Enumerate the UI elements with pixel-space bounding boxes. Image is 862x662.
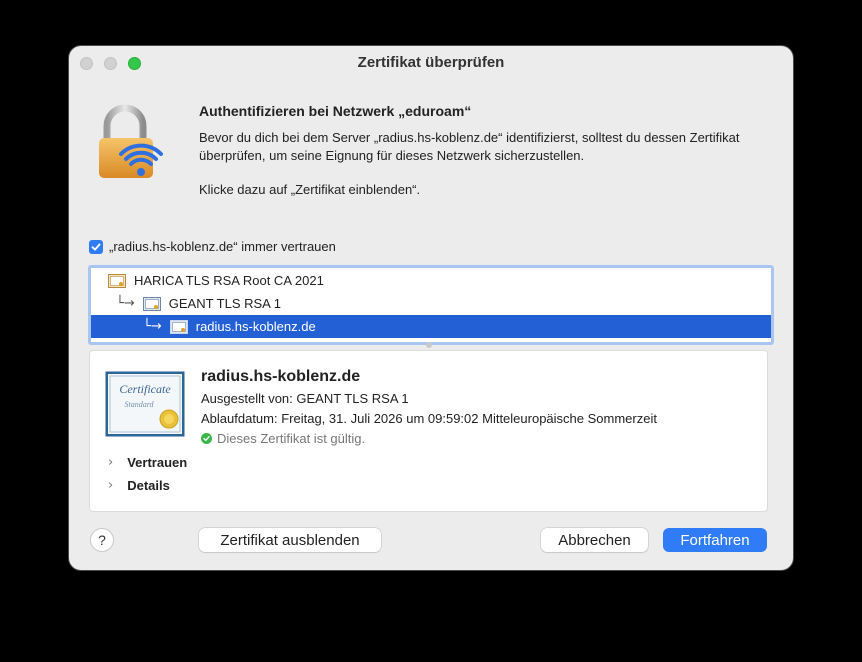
chevron-right-icon: › <box>108 455 114 470</box>
hierarchy-arrow-icon: └→ <box>116 296 135 311</box>
certificate-detail-panel: Certificate Standard radius.hs-koblenz.d… <box>89 350 768 512</box>
tree-item-label: GEANT TLS RSA 1 <box>168 296 281 311</box>
certificate-icon <box>108 273 126 288</box>
tree-item-server-cert[interactable]: └→ radius.hs-koblenz.de <box>91 315 771 338</box>
tree-item-root-ca[interactable]: HARICA TLS RSA Root CA 2021 <box>91 269 771 292</box>
trust-section-label: Vertrauen <box>127 455 188 470</box>
certificate-icon <box>169 319 188 334</box>
certificate-status: Dieses Zertifikat ist gültig. <box>201 431 365 446</box>
trust-section-toggle[interactable]: › Vertrauen <box>108 455 187 470</box>
dialog-instruction: Klicke dazu auf „Zertifikat einblenden“. <box>199 182 421 197</box>
valid-check-icon <box>201 433 212 444</box>
certificate-name: radius.hs-koblenz.de <box>201 368 361 385</box>
cancel-button[interactable]: Abbrechen <box>541 528 648 552</box>
always-trust-checkbox[interactable] <box>89 239 103 254</box>
window-title: Zertifikat überprüfen <box>357 54 505 71</box>
always-trust-row[interactable]: „radius.hs-koblenz.de“ immer vertrauen <box>89 239 336 254</box>
details-section-label: Details <box>127 478 170 493</box>
hierarchy-arrow-icon: └→ <box>143 319 162 334</box>
checkmark-icon <box>91 243 101 250</box>
help-button[interactable]: ? <box>90 528 114 552</box>
certificate-large-icon: Certificate Standard <box>105 371 185 437</box>
certificate-expiry: Ablaufdatum: Freitag, 31. Juli 2026 um 0… <box>201 411 657 426</box>
certificate-chain-tree: HARICA TLS RSA Root CA 2021 └→ GEANT TLS… <box>88 265 774 345</box>
continue-button[interactable]: Fortfahren <box>663 528 767 552</box>
certificate-issuer: Ausgestellt von: GEANT TLS RSA 1 <box>201 391 409 406</box>
certificate-status-text: Dieses Zertifikat ist gültig. <box>217 431 366 446</box>
tree-item-intermediate-ca[interactable]: └→ GEANT TLS RSA 1 <box>91 292 771 315</box>
dialog-heading: Authentifizieren bei Netzwerk „eduroam“ <box>199 103 472 119</box>
cert-icon-subtitle: Standard <box>124 400 154 409</box>
certificate-dialog: Zertifikat überprüfen Authentifizieren b… <box>69 46 793 570</box>
always-trust-label: „radius.hs-koblenz.de“ immer vertrauen <box>109 239 336 254</box>
details-section-toggle[interactable]: › Details <box>108 478 170 493</box>
chevron-right-icon: › <box>108 478 114 493</box>
tree-item-label: radius.hs-koblenz.de <box>195 319 316 334</box>
cert-icon-title: Certificate <box>119 382 171 396</box>
certificate-icon <box>142 296 161 311</box>
title-bar: Zertifikat überprüfen <box>69 46 793 80</box>
hide-certificate-button[interactable]: Zertifikat ausblenden <box>199 528 381 552</box>
dialog-explanation: Bevor du dich bei dem Server „radius.hs-… <box>199 130 740 163</box>
tree-item-label: HARICA TLS RSA Root CA 2021 <box>134 273 324 288</box>
network-lock-icon <box>99 104 163 178</box>
split-view-handle[interactable] <box>426 342 432 348</box>
